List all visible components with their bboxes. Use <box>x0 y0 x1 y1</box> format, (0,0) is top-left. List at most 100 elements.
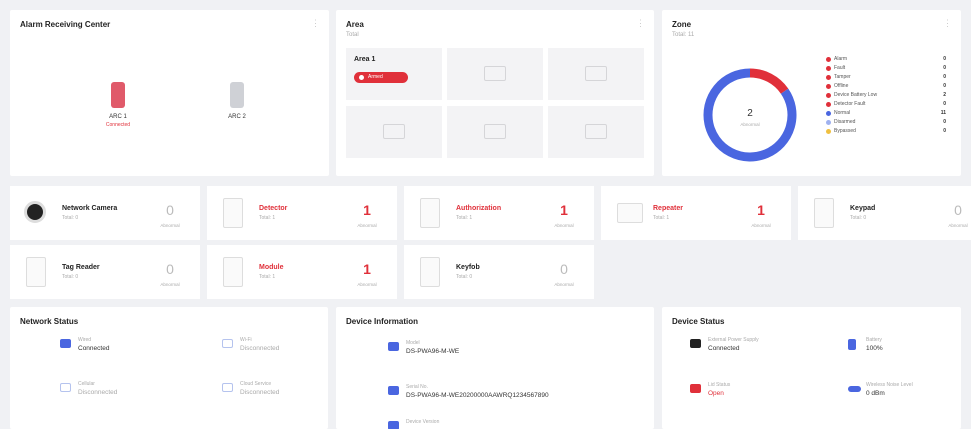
info-value: DS-PWA96-M-WE20200000AAWRQ1234567890 <box>406 392 549 399</box>
empty-area-icon <box>585 66 607 81</box>
device-total: Total: 0 <box>456 274 473 280</box>
zone-subtitle: Total: 11 <box>672 32 695 38</box>
legend-value: 2 <box>943 92 946 98</box>
device-abnormal-count: 1 <box>757 202 765 218</box>
device-abnormal-count: 0 <box>166 202 174 218</box>
device-name: Keyfob <box>456 264 480 271</box>
network-label: Cloud Service <box>240 381 272 387</box>
device-card[interactable]: Detector Total: 1 1 Abnormal <box>207 186 397 240</box>
device-total: Total: 1 <box>259 215 276 221</box>
network-value: Disconnected <box>240 389 280 396</box>
legend-item[interactable]: Disarmed 0 <box>826 118 946 127</box>
wired-network-icon <box>60 339 71 348</box>
serial-icon <box>388 386 399 395</box>
network-value: Disconnected <box>78 389 118 396</box>
network-value: Connected <box>78 345 110 352</box>
network-value: Disconnected <box>240 345 280 352</box>
device-abnormal-label: Abnormal <box>554 223 574 228</box>
device-status-title: Device Status <box>672 317 725 326</box>
network-label: Cellular <box>78 381 95 387</box>
arc-name: ARC 1 <box>109 114 127 120</box>
legend-dot-icon <box>826 84 831 89</box>
repeater-icon <box>617 203 643 223</box>
area-placeholder <box>447 106 543 158</box>
legend-item[interactable]: Normal 11 <box>826 109 946 118</box>
legend-label: Device Battery Low <box>834 92 878 98</box>
device-total: Total: 0 <box>62 274 79 280</box>
device-total: Total: 1 <box>653 215 670 221</box>
device-card[interactable]: Authorization Total: 1 1 Abnormal <box>404 186 594 240</box>
legend-dot-icon <box>826 57 831 62</box>
device-card[interactable]: Module Total: 1 1 Abnormal <box>207 245 397 299</box>
legend-item[interactable]: Alarm 0 <box>826 55 946 64</box>
more-icon[interactable]: ⋮ <box>636 18 646 29</box>
device-abnormal-label: Abnormal <box>160 223 180 228</box>
legend-value: 0 <box>943 65 946 71</box>
keypad-icon <box>814 198 834 228</box>
legend-dot-icon <box>826 111 831 116</box>
alarm-center-title: Alarm Receiving Center <box>20 20 111 29</box>
arc-controller[interactable]: ARC 1 Connected <box>88 82 148 128</box>
network-status-card: Network Status Wired Connected Wi-Fi Dis… <box>10 307 328 429</box>
device-card[interactable]: Keyfob Total: 0 0 Abnormal <box>404 245 594 299</box>
model-icon <box>388 342 399 351</box>
legend-dot-icon <box>826 129 831 134</box>
legend-item[interactable]: Fault 0 <box>826 64 946 73</box>
zone-legend: Alarm 0 Fault 0 Tamper 0 Offline 0 Device Batter… <box>826 55 946 136</box>
device-abnormal-label: Abnormal <box>751 223 771 228</box>
legend-item[interactable]: Bypassed 0 <box>826 127 946 136</box>
device-total: Total: 1 <box>259 274 276 280</box>
more-icon[interactable]: ⋮ <box>943 18 953 29</box>
legend-label: Bypassed <box>834 128 856 134</box>
legend-item[interactable]: Offline 0 <box>826 82 946 91</box>
device-card[interactable]: Network Camera Total: 0 0 Abnormal <box>10 186 200 240</box>
device-name: Network Camera <box>62 205 118 212</box>
legend-dot-icon <box>826 102 831 107</box>
device-name: Authorization <box>456 205 502 212</box>
status-label: External Power Supply <box>708 337 759 343</box>
wireless-noise-icon <box>848 386 861 392</box>
legend-item[interactable]: Device Battery Low 2 <box>826 91 946 100</box>
legend-value: 0 <box>943 74 946 80</box>
network-status-title: Network Status <box>20 317 79 326</box>
zone-donut-chart[interactable]: 2 Abnormal <box>695 60 805 170</box>
arc-device-icon <box>230 82 244 108</box>
area-status-badge: Armed <box>354 72 408 83</box>
donut-center-label: Abnormal <box>740 122 759 127</box>
device-card[interactable]: Keypad Total: 0 0 Abnormal <box>798 186 971 240</box>
legend-value: 11 <box>940 110 946 116</box>
area-item[interactable]: Area 1 Armed <box>346 48 442 100</box>
authorization-icon <box>420 198 440 228</box>
device-name: Tag Reader <box>62 264 100 271</box>
status-label: Wireless Noise Level <box>866 382 913 388</box>
version-icon <box>388 421 399 429</box>
device-abnormal-count: 1 <box>560 202 568 218</box>
device-status-card: Device Status External Power Supply Conn… <box>662 307 961 429</box>
empty-area-icon <box>585 124 607 139</box>
status-value: 0 dBm <box>866 390 885 397</box>
device-card[interactable]: Tag Reader Total: 0 0 Abnormal <box>10 245 200 299</box>
device-total: Total: 0 <box>850 215 867 221</box>
legend-item[interactable]: Tamper 0 <box>826 73 946 82</box>
legend-dot-icon <box>826 93 831 98</box>
arc-controller[interactable]: ARC 2 <box>207 82 267 122</box>
device-card[interactable]: Repeater Total: 1 1 Abnormal <box>601 186 791 240</box>
donut-segment-abnormal[interactable] <box>749 68 789 94</box>
more-icon[interactable]: ⋮ <box>311 18 321 29</box>
tag-reader-icon <box>26 257 46 287</box>
legend-value: 0 <box>943 56 946 62</box>
area-placeholder <box>548 48 644 100</box>
device-abnormal-count: 0 <box>954 202 962 218</box>
area-placeholder <box>548 106 644 158</box>
empty-area-icon <box>484 66 506 81</box>
device-abnormal-label: Abnormal <box>160 282 180 287</box>
area-name: Area 1 <box>354 56 376 63</box>
alarm-receiving-center-card: Alarm Receiving Center ⋮ ARC 1 Connected… <box>10 10 329 176</box>
legend-label: Tamper <box>834 74 851 80</box>
device-information-card: Device Information Model DS-PWA96-M-WE S… <box>336 307 654 429</box>
legend-value: 0 <box>943 83 946 89</box>
status-value: Connected <box>708 345 740 352</box>
detector-icon <box>223 198 243 228</box>
legend-item[interactable]: Detector Fault 0 <box>826 100 946 109</box>
device-abnormal-label: Abnormal <box>357 223 377 228</box>
